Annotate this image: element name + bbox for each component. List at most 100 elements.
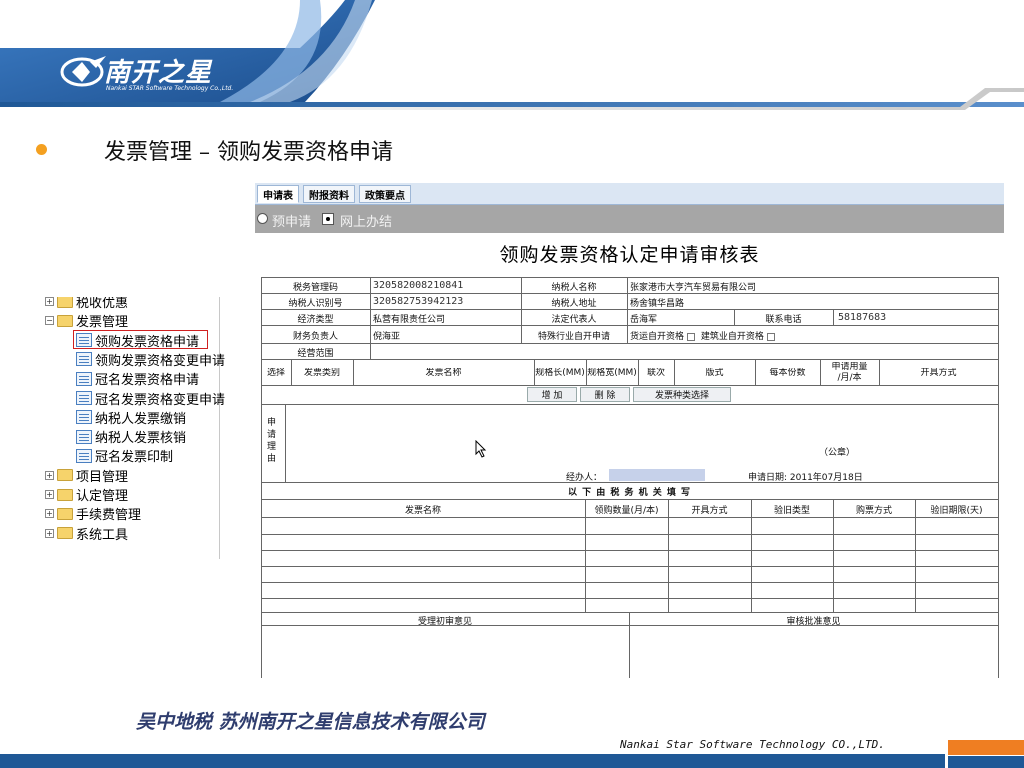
official-header-cell: 验旧期限(天) [930,506,983,516]
official-section-header: 以 下 由 税 务 机 关 填 写 [567,488,692,498]
folder-icon [57,469,73,482]
freight-checkbox[interactable] [687,332,696,341]
tab-application[interactable]: 申请表 [257,185,299,203]
invoice-header-cell: 每本份数 [769,368,806,378]
collapse-icon[interactable]: − [45,316,54,326]
tax-code-value: 320582008210841 [373,280,464,291]
address-value: 杨舍镇华昌路 [630,299,685,309]
tree-item[interactable]: + 认定管理 [45,485,128,504]
add-button[interactable]: 增 加 [527,387,577,402]
opinion-right-label: 审核批准意见 [786,617,841,627]
logo-text-en: Nankai STAR Software Technology Co.,Ltd. [106,85,234,92]
invoice-header-cell: 版式 [705,368,724,378]
expand-icon[interactable]: + [45,470,54,480]
finance-value: 倪海亚 [373,332,401,342]
invoice-header-cell: 规格宽(MM) [587,368,637,378]
taxpayer-id-label: 纳税人识别号 [288,299,343,309]
scope-label: 经营范围 [297,349,334,359]
agent-field[interactable] [609,469,705,481]
folder-icon [57,507,73,520]
form-title: 领购发票资格认定申请审核表 [499,244,760,266]
tree-item-label: 纳税人发票缴销 [95,411,187,427]
construction-checkbox[interactable] [766,332,775,341]
tree-item-label: 纳税人发票核销 [95,431,187,447]
footer-accent-blue [948,756,1024,768]
tree-item-label: 发票管理 [76,315,129,331]
folder-icon [57,488,73,501]
invoice-header-cell: 选择 [266,368,285,378]
tree-item[interactable]: 冠名发票资格变更申请 [76,389,225,408]
tree-item[interactable]: 冠名发票资格申请 [76,369,199,388]
delete-button[interactable]: 删 除 [580,387,630,402]
official-header-cell: 领购数量(月/本) [594,506,659,516]
taxpayer-name-label: 纳税人名称 [551,283,597,293]
construction-label: 建筑业自开资格 [700,332,764,342]
invoice-header-cell: 发票类别 [303,368,340,378]
online-complete-radio[interactable] [322,213,334,225]
reason-label: 申 请 理 由 [267,418,277,464]
opinion-left-label: 受理初审意见 [417,617,472,627]
folder-icon [57,527,73,540]
folder-icon [57,297,73,308]
official-header-cell: 开具方式 [691,506,728,516]
invoice-header-cell: 申请用量 /月/本 [831,362,868,383]
tree-selection-highlight [73,330,208,349]
freight-label: 货运自开资格 [630,332,685,342]
invoice-type-select-button[interactable]: 发票种类选择 [633,387,731,402]
expand-icon[interactable]: + [45,528,54,538]
official-header-cell: 购票方式 [855,506,892,516]
form-tabs: 申请表 附报资料 政策要点 [255,183,1004,205]
footer-bar [0,754,945,768]
document-icon [76,429,92,444]
reason-textarea[interactable] [289,405,995,460]
tab-attachments[interactable]: 附报资料 [303,185,355,203]
taxpayer-name-value: 张家港市大亨汽车贸易有限公司 [630,283,757,293]
pre-apply-radio[interactable] [257,213,268,224]
expand-icon[interactable]: + [45,297,54,306]
tree-item-label: 冠名发票资格变更申请 [95,392,226,408]
document-icon [76,410,92,425]
legal-rep-value: 岳海军 [630,315,658,325]
bullet-icon [36,144,47,155]
special-options: 货运自开资格 建筑业自开资格 [630,329,778,342]
official-header-cell: 验旧类型 [773,506,810,516]
tree-item[interactable]: + 项目管理 [45,466,128,485]
special-label: 特殊行业自开申请 [537,332,610,342]
tree-item-label: 手续费管理 [76,508,142,524]
document-icon [76,352,92,367]
tree-item-label: 系统工具 [76,527,129,543]
address-label: 纳税人地址 [551,299,597,309]
company-logo: 南开之星 Nankai STAR Software Technology Co.… [60,52,270,98]
tree-item[interactable]: 领购发票资格变更申请 [76,350,225,369]
footer-english: Nankai Star Software Technology CO.,LTD. [620,738,885,751]
invoice-header-cell: 规格长(MM) [535,368,585,378]
tree-item[interactable]: 冠名发票印制 [76,446,173,465]
taxpayer-id-value: 320582753942123 [373,296,464,307]
document-icon [76,371,92,386]
expand-icon[interactable]: + [45,490,54,499]
tree-item[interactable]: + 税收优惠 [45,297,128,311]
tree-item[interactable]: + 系统工具 [45,524,128,543]
slide: 南开之星 Nankai STAR Software Technology Co.… [0,0,1024,768]
tab-policy[interactable]: 政策要点 [359,185,411,203]
finance-label: 财务负责人 [292,332,338,342]
folder-icon [57,314,73,327]
tree-item[interactable]: − 发票管理 [45,311,128,330]
econ-type-value: 私营有限责任公司 [373,315,446,325]
logo-text-cn: 南开之星 [104,58,213,88]
pre-apply-label: 预申请 [272,215,312,230]
invoice-header-cell: 联次 [646,368,665,378]
footer-company: 吴中地税 苏州南开之星信息技术有限公司 [136,711,485,733]
phone-label: 联系电话 [765,315,802,325]
seal-text: （公章） [819,448,856,458]
slide-title: 发票管理 – 领购发票资格申请 [104,140,393,165]
legal-rep-label: 法定代表人 [551,315,597,325]
expand-icon[interactable]: + [45,509,54,519]
invoice-header-cell: 开具方式 [920,368,957,378]
tree-item[interactable]: 纳税人发票缴销 [76,408,186,427]
tree-item-label: 认定管理 [76,489,129,504]
tree-item-label: 冠名发票资格申请 [95,373,200,389]
tree-item[interactable]: 纳税人发票核销 [76,427,186,446]
nav-tree: + 税收优惠 − 发票管理 领购发票资格申请 领购发票资格变更申请 冠名发票资格申请 冠名发票… [30,297,228,559]
tree-item[interactable]: + 手续费管理 [45,504,141,523]
